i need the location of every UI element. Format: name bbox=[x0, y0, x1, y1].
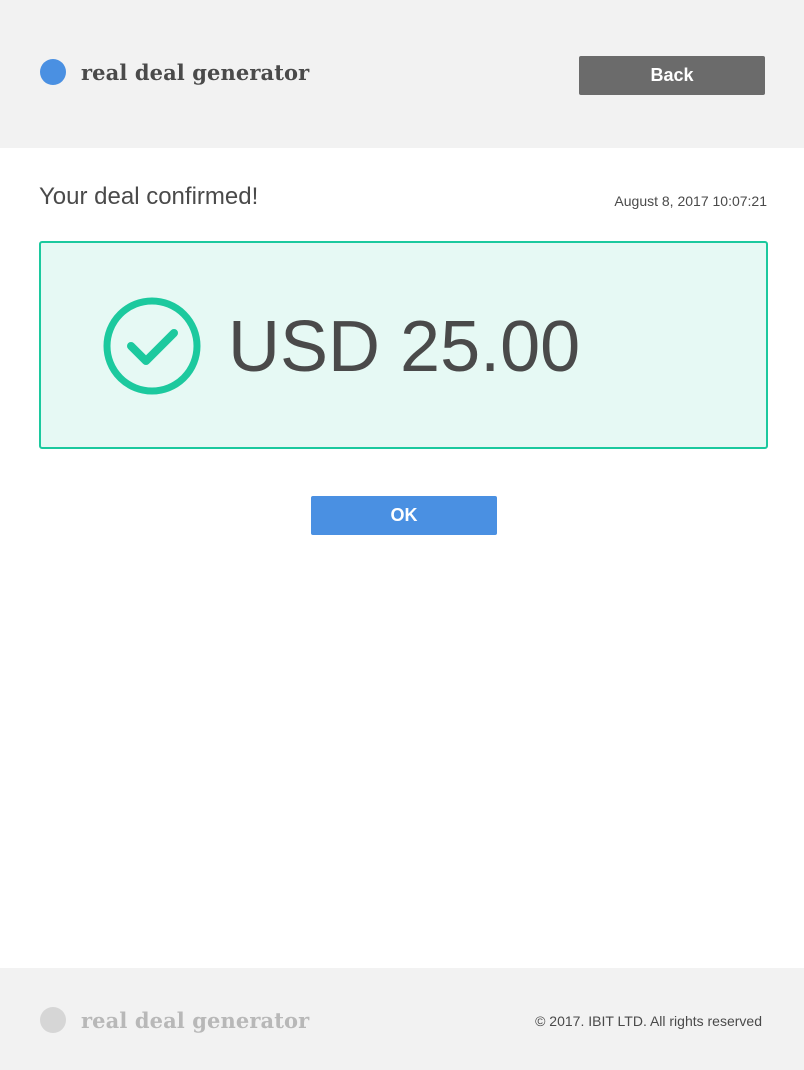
page-title: Your deal confirmed! bbox=[39, 183, 259, 210]
logo-dot-icon bbox=[40, 59, 66, 85]
footer-logo-dot-icon bbox=[40, 1007, 66, 1033]
deal-confirmation-page: real deal generator Back Your deal confi… bbox=[0, 0, 804, 1070]
check-mark bbox=[127, 329, 178, 365]
header: real deal generator Back bbox=[0, 0, 804, 148]
deal-summary-box: USD 25.00 bbox=[39, 241, 768, 449]
footer-logo[interactable]: real deal generator bbox=[40, 1007, 309, 1033]
back-button[interactable]: Back bbox=[579, 56, 765, 95]
footer: real deal generator © 2017. IBIT LTD. Al… bbox=[0, 968, 804, 1070]
copyright-text: © 2017. IBIT LTD. All rights reserved bbox=[535, 1013, 762, 1029]
check-circle-ring bbox=[103, 297, 201, 395]
footer-brand-name: real deal generator bbox=[81, 1007, 310, 1033]
deal-amount: USD 25.00 bbox=[228, 307, 581, 387]
header-logo[interactable]: real deal generator bbox=[40, 59, 309, 85]
check-circle-icon bbox=[103, 297, 201, 395]
brand-name: real deal generator bbox=[81, 59, 310, 85]
deal-timestamp: August 8, 2017 10:07:21 bbox=[614, 193, 767, 209]
ok-button[interactable]: OK bbox=[311, 496, 497, 535]
